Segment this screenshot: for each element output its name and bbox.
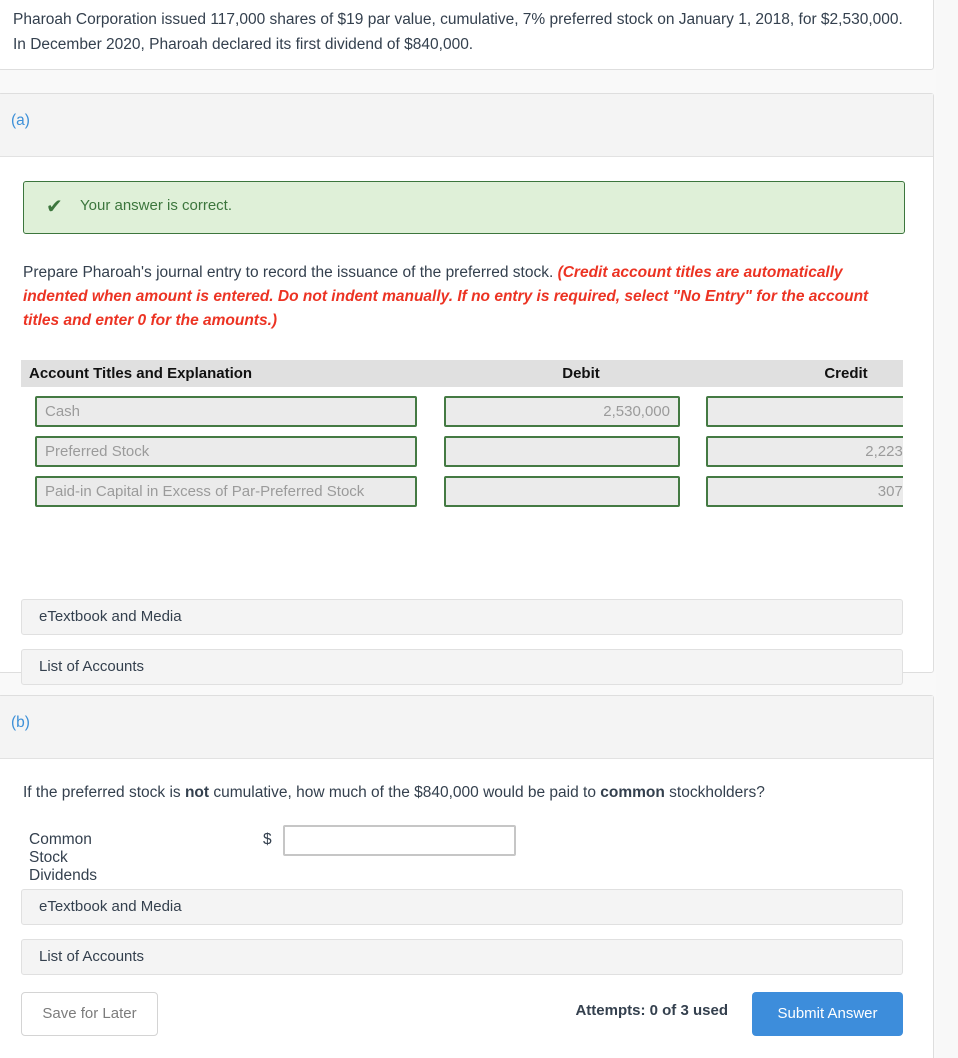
etextbook-and-media-button-a[interactable]: eTextbook and Media (21, 599, 903, 635)
correct-answer-text: Your answer is correct. (80, 197, 233, 214)
column-header-account: Account Titles and Explanation (29, 365, 253, 382)
list-of-accounts-button-b[interactable]: List of Accounts (21, 939, 903, 975)
table-row: Cash 2,530,000 (21, 396, 903, 436)
correct-answer-banner: ✔ Your answer is correct. (23, 181, 905, 234)
column-header-debit: Debit (562, 365, 600, 382)
list-of-accounts-button-a[interactable]: List of Accounts (21, 649, 903, 685)
column-header-credit: Credit (824, 365, 868, 382)
part-a-letter: (a) (11, 112, 30, 129)
part-a-header: (a) (0, 94, 933, 157)
part-b-body: If the preferred stock is not cumulative… (0, 759, 933, 1058)
part-a-body: ✔ Your answer is correct. Prepare Pharoa… (0, 157, 933, 716)
part-b-header: (b) (0, 696, 933, 759)
account-title-input-1[interactable]: Cash (35, 396, 417, 427)
question-bold-not: not (184, 784, 210, 801)
debit-input-2[interactable] (444, 436, 680, 467)
dollar-sign: $ (263, 831, 272, 848)
account-title-input-3[interactable]: Paid-in Capital in Excess of Par-Preferr… (35, 476, 417, 507)
submit-answer-button[interactable]: Submit Answer (752, 992, 903, 1036)
credit-input-2[interactable]: 2,223,000 (706, 436, 903, 467)
instruction-plain: Prepare Pharoah's journal entry to recor… (23, 264, 558, 281)
part-a-instruction: Prepare Pharoah's journal entry to recor… (23, 261, 895, 333)
table-row: Paid-in Capital in Excess of Par-Preferr… (21, 476, 903, 516)
etextbook-and-media-button-b[interactable]: eTextbook and Media (21, 889, 903, 925)
check-icon: ✔ (46, 196, 63, 218)
credit-input-3[interactable]: 307,000 (706, 476, 903, 507)
part-b-question: If the preferred stock is not cumulative… (23, 781, 903, 805)
right-gutter (936, 0, 958, 1058)
common-stock-dividends-label: Common Stock Dividends (29, 831, 98, 884)
problem-statement-text: Pharoah Corporation issued 117,000 share… (13, 11, 903, 53)
debit-input-1[interactable]: 2,530,000 (444, 396, 680, 427)
part-b-card: (b) If the preferred stock is not cumula… (0, 695, 934, 1058)
assignment-page: Pharoah Corporation issued 117,000 share… (0, 0, 958, 1058)
journal-table-header: Account Titles and Explanation Debit Cre… (21, 360, 903, 387)
question-text-1: If the preferred stock is (23, 784, 185, 801)
journal-entry-table: Account Titles and Explanation Debit Cre… (21, 360, 903, 516)
common-stock-dividends-input[interactable] (283, 825, 516, 856)
question-text-2: cumulative, how much of the $840,000 wou… (209, 784, 601, 801)
part-b-letter: (b) (11, 714, 30, 731)
table-row: Preferred Stock 2,223,000 (21, 436, 903, 476)
question-text-3: stockholders? (664, 784, 765, 801)
problem-statement-card: Pharoah Corporation issued 117,000 share… (0, 0, 934, 70)
save-for-later-button[interactable]: Save for Later (21, 992, 158, 1036)
part-a-card: (a) ✔ Your answer is correct. Prepare Ph… (0, 93, 934, 716)
question-bold-common: common (600, 784, 665, 801)
credit-input-1[interactable] (706, 396, 903, 427)
attempts-status-b: Attempts: 0 of 3 used (575, 1002, 728, 1019)
account-title-input-2[interactable]: Preferred Stock (35, 436, 417, 467)
debit-input-3[interactable] (444, 476, 680, 507)
